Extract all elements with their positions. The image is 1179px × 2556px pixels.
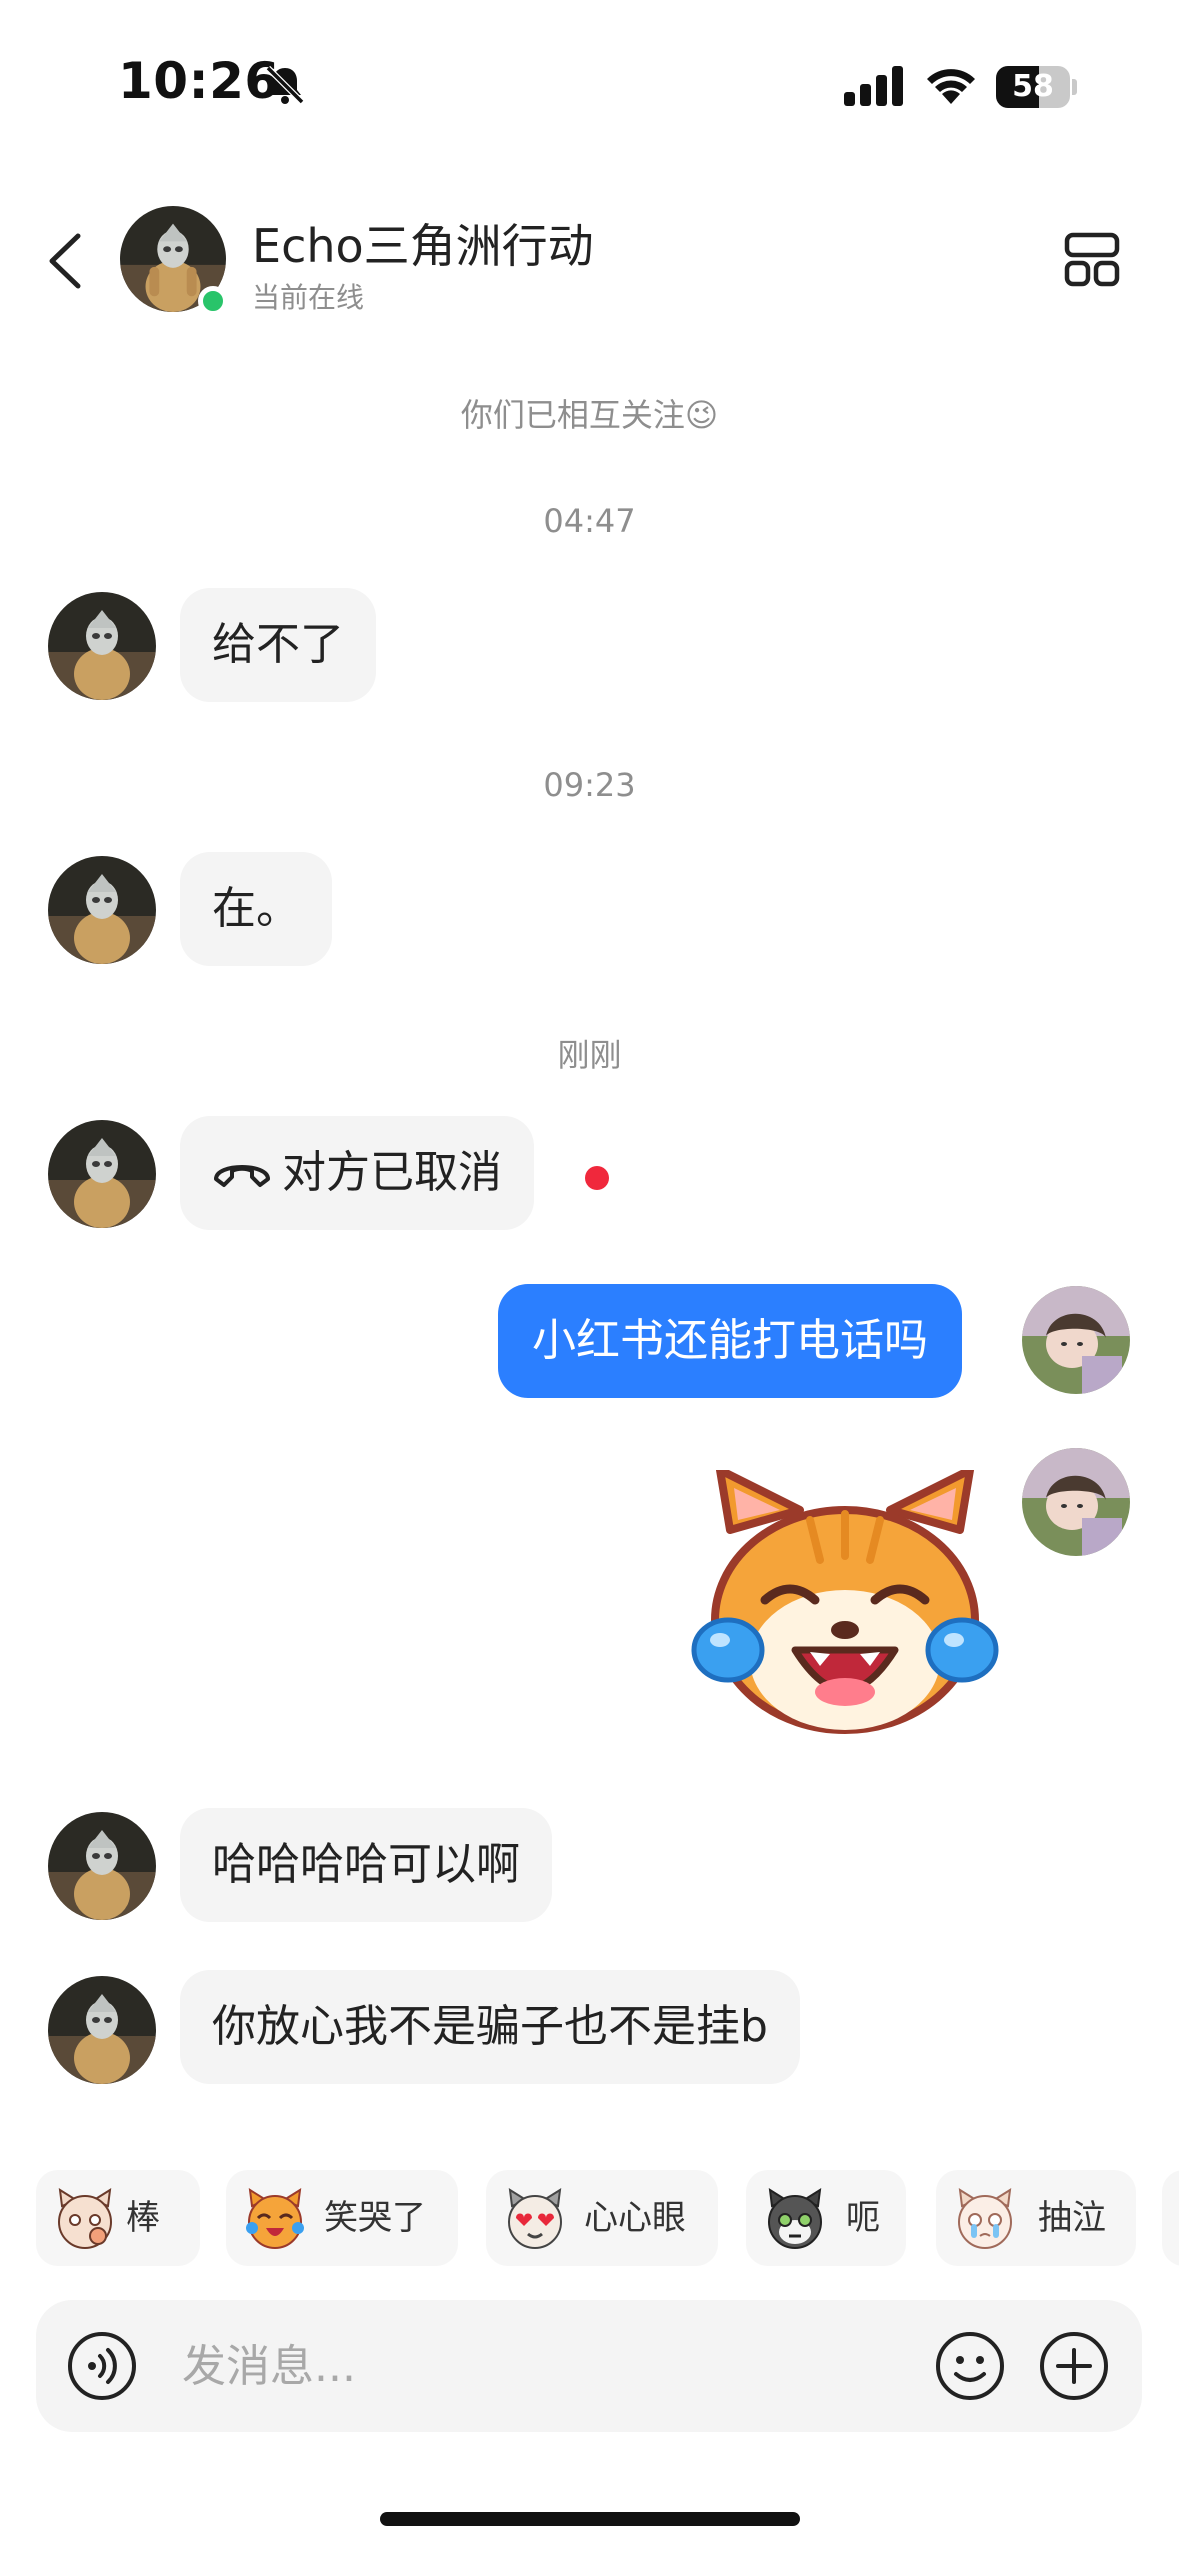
message-bubble[interactable]: 在。 — [180, 852, 332, 966]
quick-emoji-chip-partial[interactable] — [1162, 2170, 1179, 2266]
message-bubble[interactable]: 哈哈哈哈可以啊 — [180, 1808, 552, 1922]
battery-percent: 58 — [1012, 69, 1054, 104]
contact-avatar[interactable] — [48, 1120, 156, 1228]
layout-menu-icon[interactable] — [1062, 230, 1122, 290]
chip-label: 心心眼 — [584, 2198, 686, 2238]
back-icon[interactable] — [40, 230, 90, 292]
chip-label: 抽泣 — [1038, 2198, 1106, 2238]
chip-label: 棒 — [126, 2198, 160, 2238]
contact-avatar[interactable] — [48, 1976, 156, 2084]
my-message-bubble[interactable]: 小红书还能打电话吗 — [498, 1284, 962, 1398]
call-message-bubble[interactable]: 对方已取消 — [180, 1116, 534, 1230]
quick-emoji-chip[interactable]: 笑哭了 — [226, 2170, 458, 2266]
quick-emoji-chip[interactable]: 棒 — [36, 2170, 200, 2266]
bell-muted-icon — [265, 65, 305, 105]
thumbs-cat-icon — [58, 2188, 112, 2249]
follow-note: 你们已相互关注😉 — [460, 396, 719, 434]
message-bubble[interactable]: 你放心我不是骗子也不是挂b — [180, 1970, 800, 2084]
status-bar: 10:26 58 — [0, 0, 1179, 150]
hangup-phone-icon — [214, 1165, 270, 1187]
timestamp: 04:47 — [543, 502, 636, 540]
timestamp: 09:23 — [543, 766, 636, 804]
contact-avatar[interactable] — [48, 856, 156, 964]
battery-indicator: 58 — [996, 66, 1077, 108]
timestamp: 刚刚 — [557, 1036, 622, 1074]
contact-status: 当前在线 — [252, 281, 365, 314]
awkward-cat-icon — [768, 2188, 822, 2249]
quick-emoji-chip[interactable]: 抽泣 — [936, 2170, 1136, 2266]
heart-eyes-cat-icon — [508, 2188, 562, 2249]
chip-label: 笑哭了 — [324, 2198, 426, 2238]
quick-emoji-bar: 棒 笑哭了 心心眼 呃 抽泣 — [36, 2170, 1179, 2270]
chat-header: Echo三角洲行动 当前在线 — [0, 180, 1179, 340]
call-status-text: 对方已取消 — [282, 1147, 502, 1198]
contact-avatar[interactable] — [48, 592, 156, 700]
my-avatar[interactable] — [1022, 1448, 1130, 1556]
signal-icon — [844, 66, 903, 106]
laugh-cry-cat-icon — [246, 2188, 304, 2249]
plus-icon[interactable] — [1038, 2330, 1110, 2402]
unread-dot — [585, 1166, 609, 1190]
message-bubble[interactable]: 给不了 — [180, 588, 376, 702]
quick-emoji-chip[interactable]: 呃 — [746, 2170, 906, 2266]
voice-icon[interactable] — [66, 2330, 138, 2402]
laughing-crying-cat-sticker[interactable] — [690, 1470, 1000, 1740]
home-indicator — [380, 2512, 800, 2526]
online-status-dot — [198, 286, 228, 316]
my-avatar[interactable] — [1022, 1286, 1130, 1394]
contact-avatar[interactable] — [48, 1812, 156, 1920]
sob-cat-icon — [958, 2188, 1012, 2249]
message-input-bar — [36, 2300, 1142, 2432]
message-input[interactable] — [182, 2326, 922, 2406]
emoji-icon[interactable] — [934, 2330, 1006, 2402]
chip-label: 呃 — [846, 2198, 880, 2238]
quick-emoji-chip[interactable]: 心心眼 — [486, 2170, 718, 2266]
status-time: 10:26 — [118, 52, 280, 110]
wifi-icon — [927, 69, 975, 104]
contact-name[interactable]: Echo三角洲行动 — [252, 210, 594, 276]
